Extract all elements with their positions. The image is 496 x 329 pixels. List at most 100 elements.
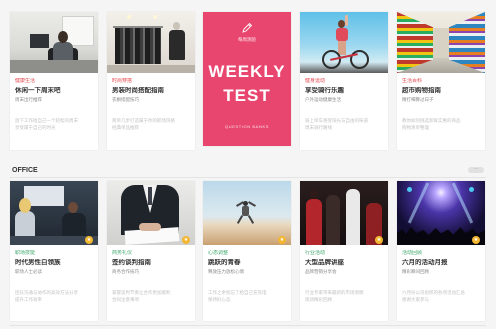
description-line: 经典单品推荐 (112, 125, 139, 130)
card-description: 六月份公司组织的各项活动汇总 感谢大家参与 (402, 289, 480, 303)
weekly-title-line2: TEST (223, 86, 271, 105)
cycling-woman-photo[interactable] (300, 12, 388, 73)
star-badge-icon: ★ (472, 236, 480, 244)
card-meta: 商务礼仪 签约谈判指南 商务合作技巧 掌握谈判节奏让合作更加顺利 合同注意事项 (107, 245, 195, 303)
card-title[interactable]: 六月的活动月报 (402, 259, 480, 267)
card-subtitle: 商务合作技巧 (112, 269, 139, 274)
description-line: 保持好心态 (208, 297, 231, 302)
photo-stage-light (469, 187, 474, 192)
supermarket-aisle-photo[interactable] (397, 12, 485, 73)
description-line: 团队沟通与协作的高效方法分享 (15, 290, 78, 295)
description-line: 简单几步打造属于你的职场风格 (112, 118, 175, 123)
card-subtitle: 户外运动健康生活 (305, 97, 341, 102)
photo-floor (107, 65, 195, 73)
description-line: 工作之余别忘了给自己充充电 (208, 290, 267, 295)
photo-mannequin-jacket (169, 30, 185, 60)
card-subtitle: 衣橱搭配技巧 (112, 97, 139, 102)
photo-figure-red (306, 199, 322, 245)
photo-man-head (68, 202, 78, 213)
concert-crowd-photo[interactable]: ★ (397, 181, 485, 245)
category-label: 健康生活 (15, 78, 36, 84)
card-meta: 行业活动 大型品牌讲座 品牌营销分享会 行业专家带来最新的市场洞察 现场精彩回顾 (300, 245, 388, 303)
article-card[interactable]: ★ 行业活动 大型品牌讲座 品牌营销分享会 行业专家带来最新的市场洞察 现场精彩… (300, 181, 388, 321)
description-line: 享受属于自己的时光 (15, 125, 56, 130)
section-divider (10, 177, 486, 178)
category-label: 健身运动 (305, 78, 326, 84)
photo-person-body (53, 42, 73, 60)
card-title[interactable]: 超市购物指南 (402, 87, 480, 95)
more-icon[interactable]: ··· (468, 167, 484, 173)
photo-jumper-leg (236, 215, 244, 224)
photo-shelf-left (397, 12, 433, 73)
weekly-test-card[interactable]: 每周测验 WEEKLY TEST QUESTION BANKS (203, 12, 291, 146)
card-meta: 时尚穿搭 男装时尚搭配指南 衣橱搭配技巧 简单几步打造属于你的职场风格 经典单品… (107, 73, 195, 131)
article-card[interactable]: 健身运动 享受骑行乐趣 户外运动健康生活 骑上单车感受阳光与自由的味道 周末骑行… (300, 12, 388, 150)
card-title[interactable]: 时代男性白领族 (15, 259, 93, 267)
star-badge-icon: ★ (182, 236, 190, 244)
photo-arm (345, 15, 348, 26)
card-subtitle: 释放压力放松心情 (208, 269, 244, 274)
card-description: 教你如何挑选新鲜实惠的商品 购物清单整理 (402, 117, 480, 131)
photo-head (338, 20, 345, 28)
article-card[interactable]: 健康生活 休闲一下周末吧 周末出行推荐 放下工作给自己一个轻松的周末 享受属于自… (10, 12, 98, 150)
photo-figure-dark (326, 195, 340, 245)
article-card[interactable]: ★ 心态调整 跳跃的青春 释放压力放松心情 工作之余别忘了给自己充充电 保持好心… (203, 181, 291, 321)
photo-figure-head (310, 190, 318, 199)
photo-figure-white (346, 189, 360, 245)
description-line: 行业专家带来最新的市场洞察 (305, 290, 364, 295)
description-line: 掌握谈判节奏让合作更加顺利 (112, 290, 171, 295)
card-meta: 生活百科 超市购物指南 精打细算过日子 教你如何挑选新鲜实惠的商品 购物清单整理 (397, 73, 485, 131)
article-card[interactable]: ★ 活动回顾 六月的活动月报 精彩瞬间回顾 六月份公司组织的各项活动汇总 感谢大… (397, 181, 485, 321)
bottom-divider (10, 325, 486, 326)
card-description: 掌握谈判节奏让合作更加顺利 合同注意事项 (112, 289, 190, 303)
article-card[interactable]: 生活百科 超市购物指南 精打细算过日子 教你如何挑选新鲜实惠的商品 购物清单整理 (397, 12, 485, 150)
card-meta: 健身运动 享受骑行乐趣 户外运动健康生活 骑上单车感受阳光与自由的味道 周末骑行… (300, 73, 388, 131)
jumping-field-photo[interactable]: ★ (203, 181, 291, 245)
card-title[interactable]: 签约谈判指南 (112, 259, 190, 267)
section-title: OFFICE (12, 167, 38, 174)
office-meeting-photo[interactable]: ★ (10, 181, 98, 245)
category-label: 心态调整 (208, 250, 229, 256)
card-subtitle: 精彩瞬间回顾 (402, 269, 429, 274)
card-subtitle: 精打细算过日子 (402, 97, 434, 102)
card-title[interactable]: 休闲一下周末吧 (15, 87, 93, 95)
description-line: 购物清单整理 (402, 125, 429, 130)
article-card[interactable]: ★ 职场技能 时代男性白领族 职场人士必读 团队沟通与协作的高效方法分享 提升工… (10, 181, 98, 321)
description-line: 骑上单车感受阳光与自由的味道 (305, 118, 368, 123)
card-title[interactable]: 享受骑行乐趣 (305, 87, 383, 95)
photo-woman-hair (19, 198, 31, 213)
article-card[interactable]: ★ 商务礼仪 签约谈判指南 商务合作技巧 掌握谈判节奏让合作更加顺利 合同注意事… (107, 181, 195, 321)
weekly-tag: 每周测验 (238, 37, 256, 42)
clothing-rack-photo[interactable] (107, 12, 195, 73)
description-line: 提升工作效率 (15, 297, 42, 302)
card-description: 放下工作给自己一个轻松的周末 享受属于自己的时光 (15, 117, 93, 131)
category-label: 行业活动 (305, 250, 326, 256)
photo-wheel (350, 50, 369, 69)
event-lecture-photo[interactable]: ★ (300, 181, 388, 245)
weekly-footer: QUESTION BANKS (225, 124, 269, 129)
photo-hands (139, 223, 161, 231)
photo-person-head (58, 31, 68, 43)
description-line: 现场精彩回顾 (305, 297, 332, 302)
office-desk-photo[interactable] (10, 12, 98, 73)
photo-monitor (30, 34, 49, 48)
star-badge-icon: ★ (278, 236, 286, 244)
photo-shelf-right (449, 12, 485, 73)
card-description: 骑上单车感受阳光与自由的味道 周末骑行路线 (305, 117, 383, 131)
category-label: 活动回顾 (402, 250, 423, 256)
description-line: 六月份公司组织的各项活动汇总 (402, 290, 465, 295)
category-label: 时尚穿搭 (112, 78, 133, 84)
card-title[interactable]: 大型品牌讲座 (305, 259, 383, 267)
category-label: 职场技能 (15, 250, 36, 256)
contract-signing-photo[interactable]: ★ (107, 181, 195, 245)
article-card[interactable]: 时尚穿搭 男装时尚搭配指南 衣橱搭配技巧 简单几步打造属于你的职场风格 经典单品… (107, 12, 195, 150)
card-description: 行业专家带来最新的市场洞察 现场精彩回顾 (305, 289, 383, 303)
photo-torso (336, 28, 348, 41)
card-description: 团队沟通与协作的高效方法分享 提升工作效率 (15, 289, 93, 303)
card-title[interactable]: 跳跃的青春 (208, 259, 286, 267)
photo-clothes (115, 28, 161, 64)
description-line: 教你如何挑选新鲜实惠的商品 (402, 118, 461, 123)
card-title[interactable]: 男装时尚搭配指南 (112, 87, 190, 95)
description-line: 感谢大家参与 (402, 297, 429, 302)
card-meta: 健康生活 休闲一下周末吧 周末出行推荐 放下工作给自己一个轻松的周末 享受属于自… (10, 73, 98, 131)
